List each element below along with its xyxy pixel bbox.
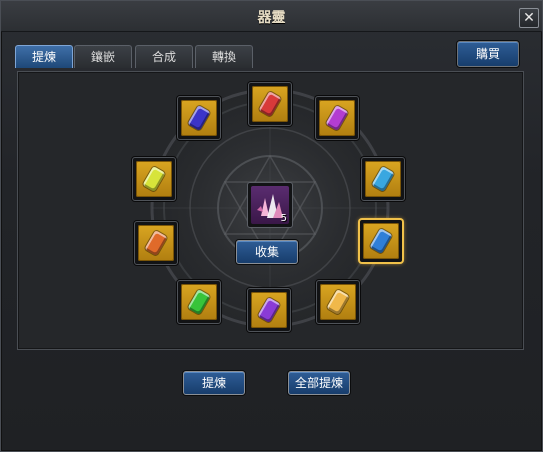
gem-slot-bottom-left[interactable] [177,280,221,324]
item-count: 5 [280,213,287,224]
gem-icon [142,165,166,193]
gem-slot-bottom[interactable] [247,288,291,332]
tab-combine[interactable]: 合成 [135,45,193,68]
gem-icon [187,288,211,316]
tab-inlay[interactable]: 鑲嵌 [74,45,132,68]
gem-slot-right-upper[interactable] [361,157,405,201]
gem-slot-top[interactable] [248,82,292,126]
gem-icon [144,229,168,257]
gem-icon [258,90,282,118]
title-bar: 器靈 ✕ [1,1,542,32]
gem-slot-right-lower[interactable] [359,219,403,263]
window-title: 器靈 [257,10,286,26]
tab-refine[interactable]: 提煉 [15,45,73,68]
gem-icon [257,296,281,324]
refine-button[interactable]: 提煉 [183,371,245,395]
buy-button[interactable]: 購買 [457,41,519,67]
gem-icon [325,104,349,132]
refine-all-button[interactable]: 全部提煉 [288,371,350,395]
collect-button[interactable]: 收集 [236,240,298,264]
close-icon: ✕ [523,10,535,26]
gem-slot-top-right[interactable] [315,96,359,140]
gem-icon [326,288,350,316]
gem-slot-bottom-right[interactable] [316,280,360,324]
gem-icon [371,165,395,193]
gem-slot-left-upper[interactable] [132,157,176,201]
refine-panel: 5 收集 [17,71,524,350]
spirit-window: 器靈 ✕ 提煉 鑲嵌 合成 轉換 購買 5 收集 提煉 全部提煉 [0,0,543,452]
tab-convert[interactable]: 轉換 [195,45,253,68]
close-button[interactable]: ✕ [519,8,539,28]
gem-icon [369,227,393,255]
center-item-slot[interactable]: 5 [247,182,293,228]
gem-slot-left-lower[interactable] [134,221,178,265]
gem-icon [187,104,211,132]
gem-slot-top-left[interactable] [177,96,221,140]
